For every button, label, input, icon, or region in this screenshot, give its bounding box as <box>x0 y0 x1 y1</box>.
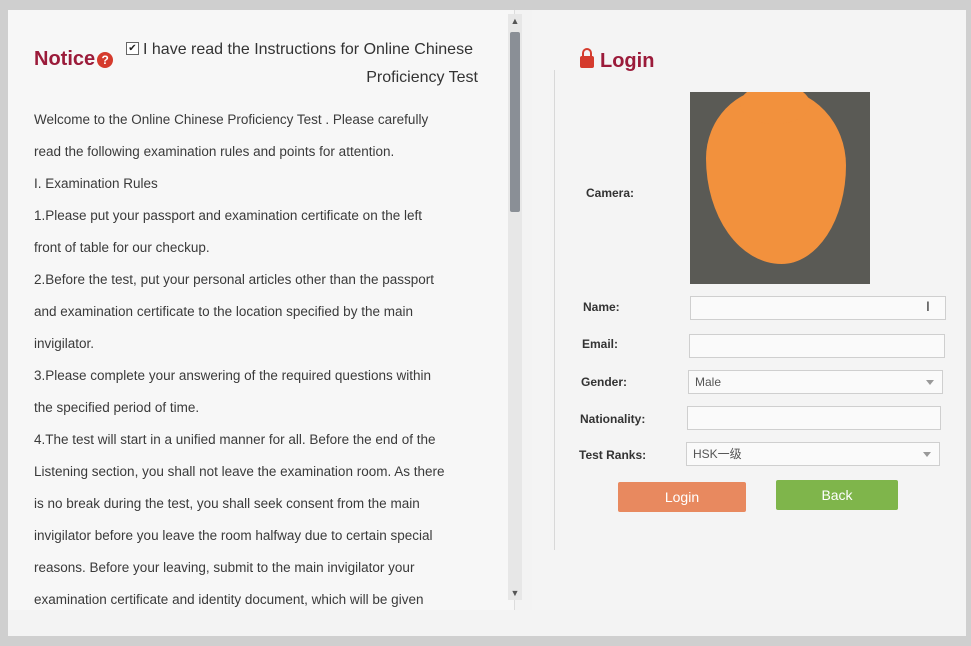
agree-row: ✔ I have read the Instructions for Online… <box>126 36 486 92</box>
rules-line: I. Examination Rules <box>34 176 158 191</box>
test-ranks-label: Test Ranks: <box>579 448 647 462</box>
rules-line: 3.Please complete your answering of the … <box>34 368 431 383</box>
login-heading: Login <box>580 47 655 73</box>
camera-label: Camera: <box>586 186 635 200</box>
lock-icon <box>580 47 594 68</box>
help-icon[interactable]: ? <box>97 51 114 68</box>
rules-line: front of table for our checkup. <box>34 240 210 255</box>
email-input[interactable] <box>689 334 945 358</box>
test-ranks-selected-value: HSK一级 <box>693 447 742 461</box>
rules-scrollbar[interactable]: ▲ ▼ <box>508 14 522 600</box>
test-ranks-select[interactable]: HSK一级 <box>686 442 940 466</box>
nationality-input[interactable] <box>687 406 941 430</box>
agree-checkbox[interactable]: ✔ <box>126 42 139 55</box>
gender-selected-value: Male <box>695 375 722 389</box>
login-divider <box>554 70 555 550</box>
name-label: Name: <box>583 300 620 314</box>
chevron-down-icon <box>926 380 934 385</box>
notice-title: Notice <box>34 48 96 70</box>
gender-select[interactable]: Male <box>688 370 943 394</box>
rules-line: the specified period of time. <box>34 400 200 415</box>
rules-line: 4.The test will start in a unified manne… <box>34 432 436 447</box>
email-label: Email: <box>582 337 619 351</box>
back-button[interactable]: Back <box>776 480 898 510</box>
rules-line: is no break during the test, you shall s… <box>34 496 420 511</box>
nationality-label: Nationality: <box>580 412 646 426</box>
rules-line: 1.Please put your passport and examinati… <box>34 208 422 223</box>
rules-line: invigilator before you leave the room ha… <box>34 528 433 543</box>
camera-preview <box>690 92 870 284</box>
rules-line: and examination certificate to the locat… <box>34 304 413 319</box>
name-input[interactable] <box>690 296 946 320</box>
scroll-down-arrow-icon[interactable]: ▼ <box>508 586 522 600</box>
gender-label: Gender: <box>581 375 628 389</box>
scroll-up-arrow-icon[interactable]: ▲ <box>508 14 522 28</box>
rules-line: invigilator. <box>34 336 95 351</box>
text-cursor-icon: I <box>926 298 930 314</box>
login-title: Login <box>600 50 655 72</box>
scroll-thumb[interactable] <box>510 32 520 212</box>
login-button[interactable]: Login <box>618 482 746 512</box>
rules-line: reasons. Before your leaving, submit to … <box>34 560 415 575</box>
agree-text-line1: I have read the Instructions for Online … <box>143 41 473 58</box>
rules-line: read the following examination rules and… <box>34 144 395 159</box>
notice-heading: Notice? <box>34 48 114 71</box>
agree-text-line2: Proficiency Test <box>366 69 478 86</box>
chevron-down-icon <box>923 452 931 457</box>
rules-text: Welcome to the Online Chinese Proficienc… <box>34 104 474 616</box>
rules-line: examination certificate and identity doc… <box>34 592 424 607</box>
rules-line: Welcome to the Online Chinese Proficienc… <box>34 112 429 127</box>
rules-line: 2.Before the test, put your personal art… <box>34 272 434 287</box>
rules-line: Listening section, you shall not leave t… <box>34 464 445 479</box>
